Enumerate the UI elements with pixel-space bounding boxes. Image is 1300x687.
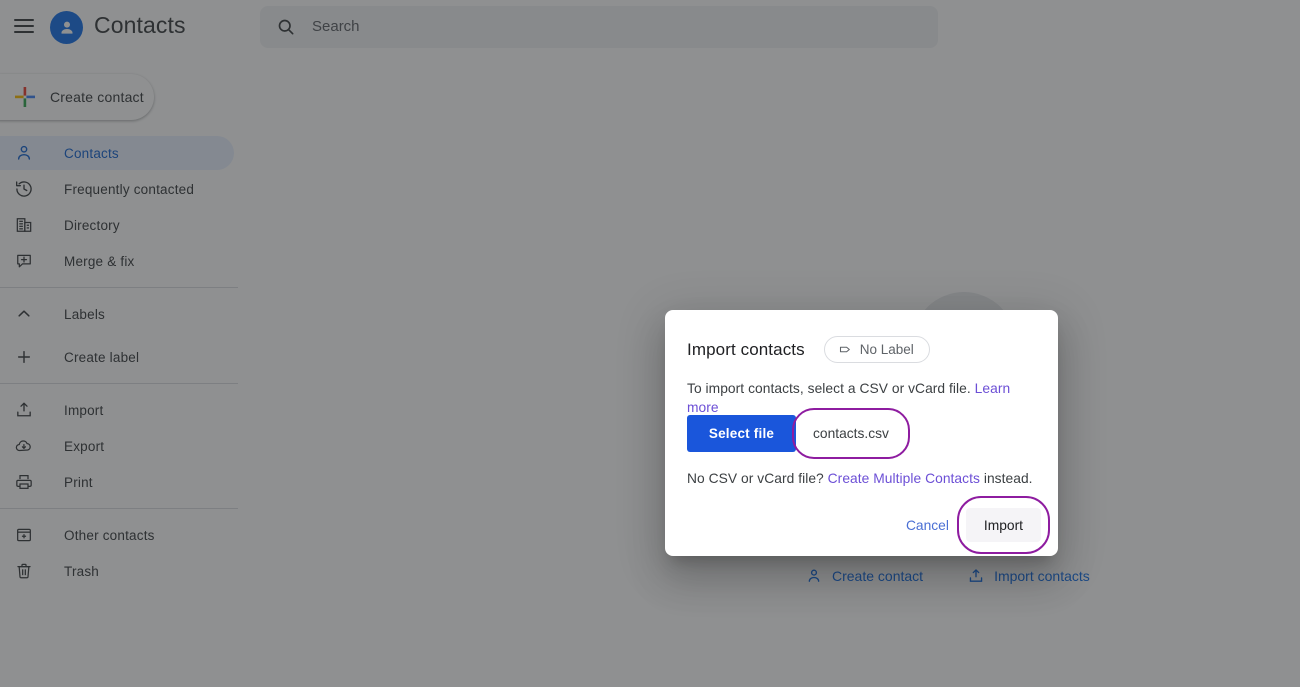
dialog-description: To import contacts, select a CSV or vCar…: [687, 379, 1042, 417]
no-label-chip-text: No Label: [860, 342, 914, 357]
selected-filename: contacts.csv: [805, 426, 897, 441]
dialog-actions: Cancel Import: [895, 508, 1041, 542]
import-button-group: Import: [966, 508, 1041, 542]
dialog-subtext-suffix: instead.: [984, 471, 1033, 486]
import-button[interactable]: Import: [966, 508, 1041, 542]
dialog-description-text: To import contacts, select a CSV or vCar…: [687, 381, 971, 396]
import-contacts-dialog: Import contacts No Label To import conta…: [665, 310, 1058, 556]
dialog-subtext-prefix: No CSV or vCard file?: [687, 471, 824, 486]
create-multiple-contacts-link[interactable]: Create Multiple Contacts: [828, 471, 980, 486]
select-file-button[interactable]: Select file: [687, 415, 796, 452]
dialog-title: Import contacts: [687, 340, 805, 360]
dialog-header: Import contacts No Label: [687, 336, 930, 363]
selected-file-group: contacts.csv: [805, 426, 897, 441]
cancel-button[interactable]: Cancel: [895, 508, 960, 542]
modal-scrim[interactable]: [0, 0, 1300, 687]
dialog-subtext: No CSV or vCard file? Create Multiple Co…: [687, 471, 1033, 486]
file-select-row: Select file contacts.csv: [687, 415, 897, 452]
label-tag-icon: [838, 342, 853, 357]
screen-root: Contacts Search: [0, 0, 1300, 687]
no-label-chip[interactable]: No Label: [824, 336, 930, 363]
